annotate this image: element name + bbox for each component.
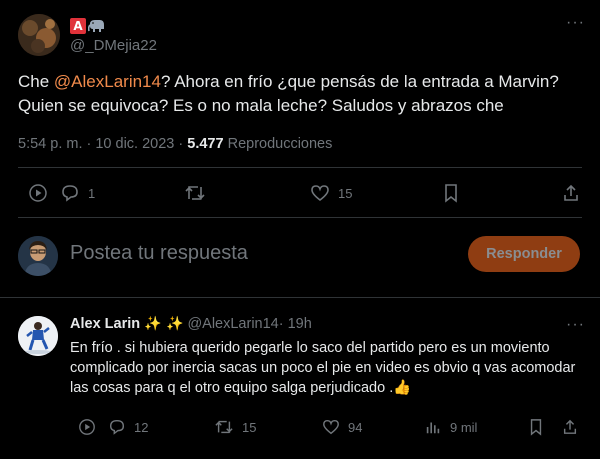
timestamp[interactable]: 5:54 p. m. · 10 dic. 2023 · bbox=[18, 136, 187, 152]
reply-count: 1 bbox=[88, 185, 96, 201]
reply-button[interactable]: 1 bbox=[60, 183, 95, 203]
views-count: 9 mil bbox=[450, 419, 478, 435]
thumbs-up-emoji: 👍 bbox=[393, 380, 412, 396]
views-label: Reproducciones bbox=[223, 136, 333, 152]
like-count: 94 bbox=[348, 419, 363, 435]
views-count: 5.477 bbox=[187, 136, 224, 152]
heart-icon bbox=[323, 419, 339, 435]
author-handle[interactable]: @AlexLarin14 bbox=[187, 316, 278, 332]
like-count: 15 bbox=[338, 185, 353, 201]
reply-count: 12 bbox=[134, 419, 149, 435]
text-before: Che bbox=[18, 72, 54, 91]
divider bbox=[0, 297, 600, 298]
author-meta: A @_DMejia22 bbox=[70, 17, 157, 54]
play-circle-icon bbox=[29, 184, 47, 202]
elephant-icon bbox=[88, 19, 104, 32]
author-row: A @_DMejia22 bbox=[18, 14, 157, 56]
avatar[interactable] bbox=[18, 316, 58, 356]
avatar[interactable] bbox=[18, 236, 58, 276]
views-button[interactable]: 9 mil bbox=[424, 418, 477, 436]
share-button[interactable] bbox=[562, 183, 580, 203]
bookmark-icon bbox=[530, 419, 542, 436]
reply-submit-button[interactable]: Responder bbox=[468, 236, 580, 272]
reply-button[interactable]: 12 bbox=[108, 418, 148, 436]
divider bbox=[18, 167, 582, 168]
reply-icon bbox=[109, 419, 125, 435]
mention-link[interactable]: @AlexLarin14 bbox=[54, 72, 161, 91]
like-button[interactable]: 15 bbox=[310, 183, 352, 203]
reply-composer: Postea tu respuesta Responder bbox=[0, 218, 600, 296]
name-emojis[interactable]: A bbox=[70, 17, 157, 35]
reply-text: En frío . si hubiera querido pegarle lo … bbox=[70, 338, 585, 398]
bar-chart-icon bbox=[426, 422, 440, 434]
share-icon bbox=[563, 419, 577, 434]
like-button[interactable]: 94 bbox=[322, 418, 362, 436]
avatar[interactable] bbox=[18, 14, 60, 56]
bookmark-button[interactable] bbox=[442, 183, 460, 203]
a-button-emoji: A bbox=[70, 17, 86, 34]
repost-count: 15 bbox=[242, 419, 257, 435]
reply-icon bbox=[62, 185, 78, 202]
repost-button[interactable] bbox=[184, 183, 206, 203]
bookmark-icon bbox=[445, 184, 457, 203]
reply-input[interactable]: Postea tu respuesta bbox=[70, 242, 248, 265]
reply-header: Alex Larin ✨ ✨ @AlexLarin14 · 19h bbox=[70, 316, 312, 332]
tweet-text: Che @AlexLarin14? Ahora en frío ¿que pen… bbox=[18, 70, 588, 118]
repost-icon bbox=[185, 186, 205, 200]
more-options-button[interactable]: ··· bbox=[566, 14, 585, 32]
reply-body: En frío . si hubiera querido pegarle lo … bbox=[70, 340, 576, 396]
timestamp[interactable]: · 19h bbox=[279, 316, 312, 332]
tweet-meta: 5:54 p. m. · 10 dic. 2023 · 5.477 Reprod… bbox=[18, 136, 332, 152]
more-options-button[interactable]: ··· bbox=[566, 316, 585, 334]
share-icon bbox=[564, 184, 578, 201]
author-name[interactable]: Alex Larin bbox=[70, 316, 140, 332]
play-circle-icon bbox=[79, 419, 95, 435]
view-analytics-button[interactable] bbox=[78, 418, 96, 436]
share-button[interactable] bbox=[562, 418, 578, 436]
sparkles-emoji: ✨ ✨ bbox=[144, 316, 184, 332]
bookmark-button[interactable] bbox=[528, 418, 544, 436]
view-analytics-button[interactable] bbox=[28, 183, 48, 203]
heart-icon bbox=[311, 185, 329, 202]
author-handle[interactable]: @_DMejia22 bbox=[70, 37, 157, 54]
repost-icon bbox=[215, 420, 233, 434]
repost-button[interactable]: 15 bbox=[214, 418, 256, 436]
